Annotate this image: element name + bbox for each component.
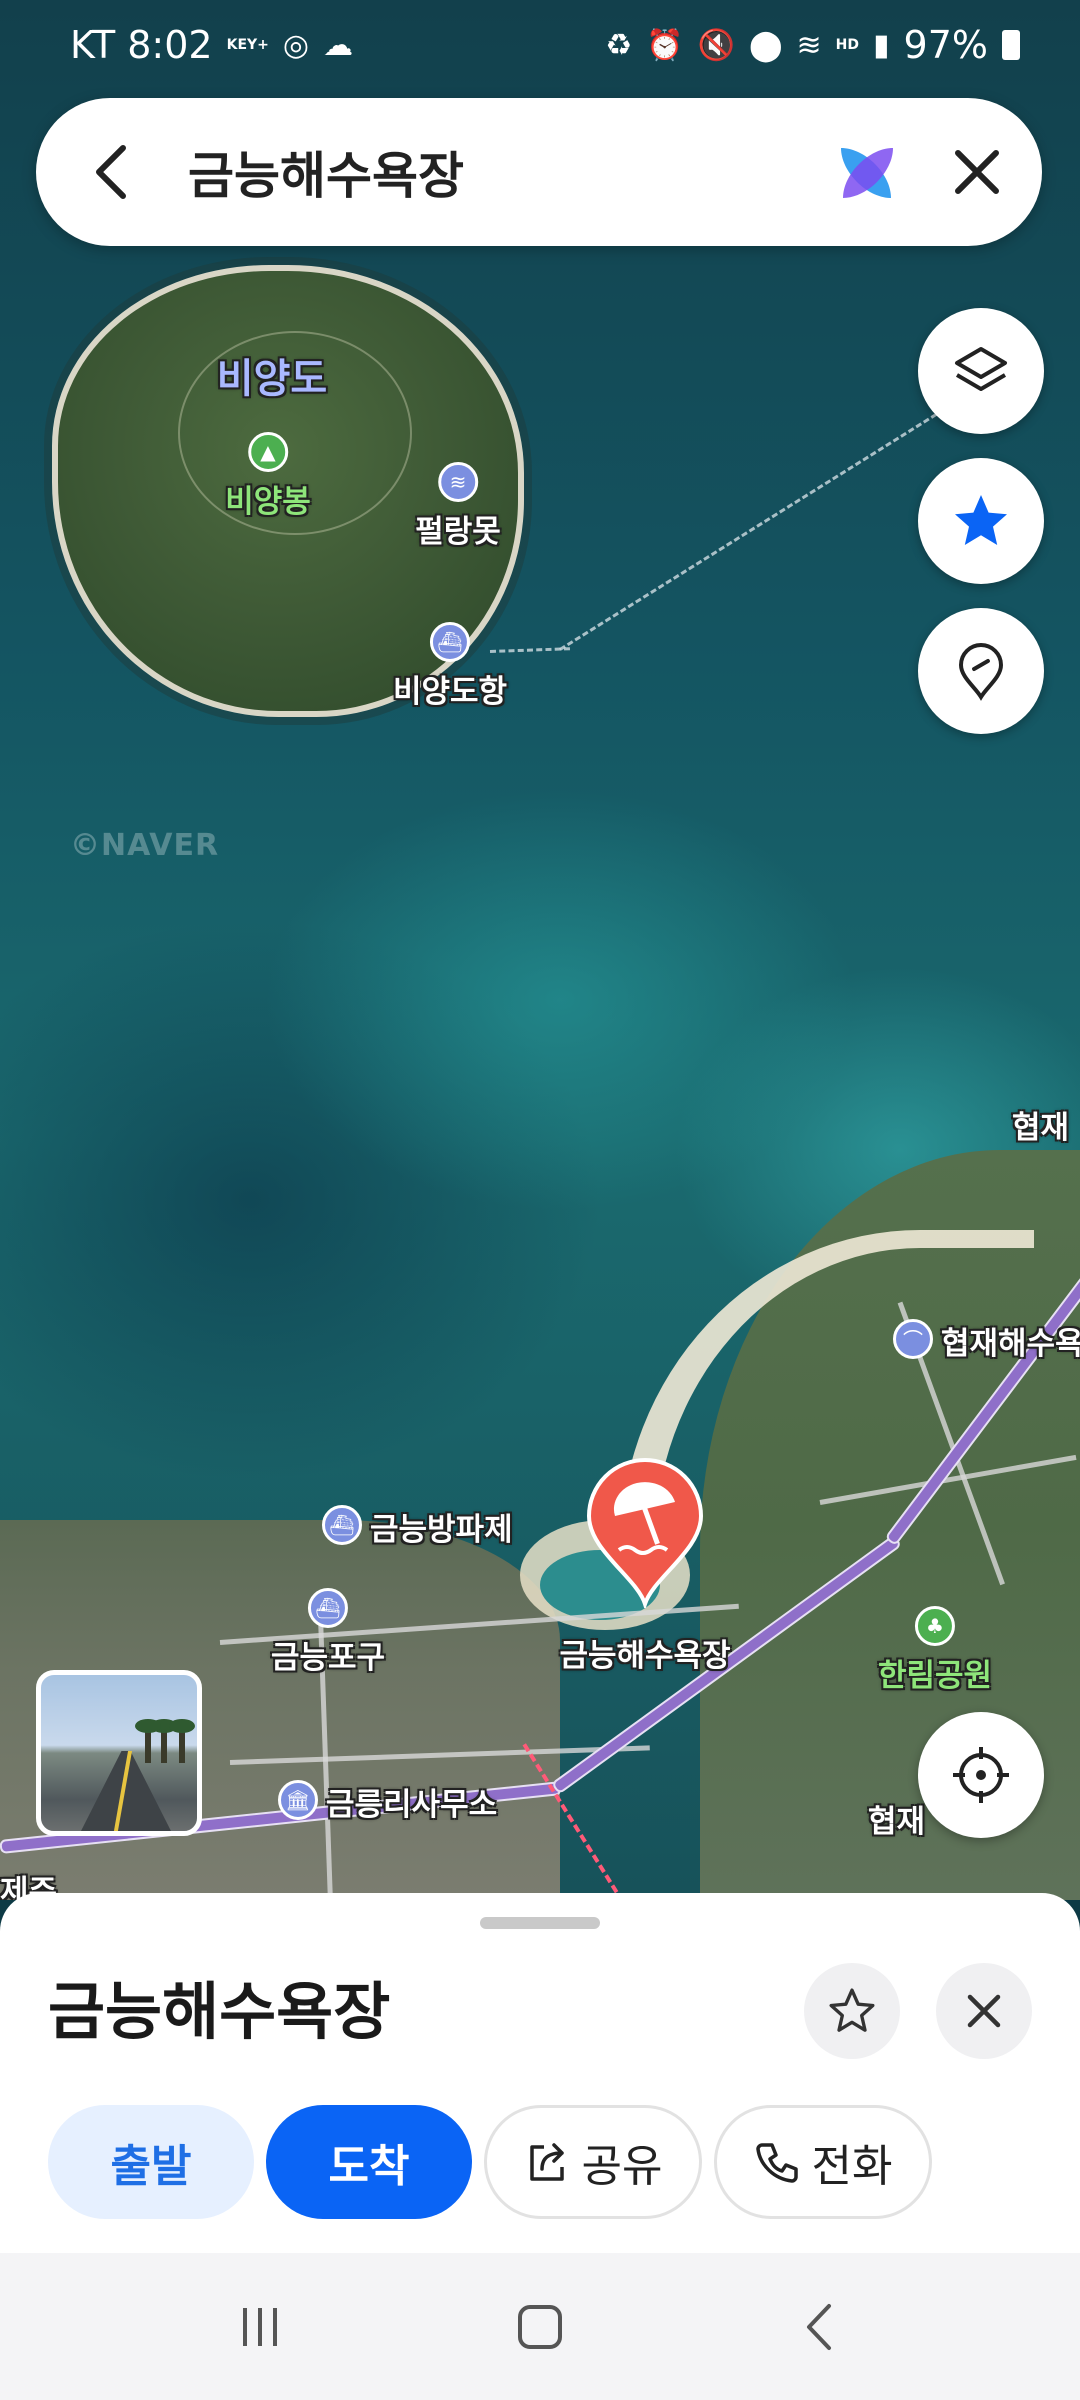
- beach-label[interactable]: 금능해수욕장: [559, 1630, 730, 1675]
- place-title: 금능해수욕장: [48, 1975, 391, 2048]
- building-icon: 🏛: [278, 1779, 318, 1820]
- mute-icon: 🔇: [697, 27, 735, 63]
- tree-icon: ♣: [915, 1606, 955, 1646]
- sheet-drag-handle[interactable]: [480, 1917, 600, 1929]
- call-button[interactable]: 전화: [714, 2105, 932, 2219]
- system-back-button[interactable]: [760, 2277, 880, 2377]
- port-label: 비양도항: [392, 674, 508, 710]
- poi-port-geumneung[interactable]: ⛴ 금능포구: [271, 1588, 385, 1677]
- current-location-icon: [953, 1747, 1009, 1803]
- close-sheet-button[interactable]: [936, 1963, 1032, 2059]
- cloud-icon: ☁: [323, 27, 354, 63]
- close-icon: [967, 1994, 1001, 2028]
- arrive-button[interactable]: 도착: [266, 2105, 472, 2219]
- mountain-icon: ▲: [248, 432, 288, 472]
- search-query[interactable]: 금능해수욕장: [166, 136, 822, 208]
- signal-icon: ▮: [873, 27, 890, 63]
- hyeopjae-beach-label: 협재해수욕: [941, 1326, 1080, 1362]
- favorite-button[interactable]: [804, 1963, 900, 2059]
- naver-watermark: ©NAVER: [70, 828, 220, 863]
- hd-icon: HD: [835, 37, 860, 53]
- place-pin-icon: [958, 643, 1004, 701]
- battery-icon: [1002, 30, 1020, 60]
- poi-port-biyang[interactable]: ⛴ 비양도항: [393, 622, 507, 711]
- port2-label: 금능포구: [270, 1640, 386, 1676]
- peak-label: 비양봉: [225, 484, 311, 520]
- office-label: 금릉리사무소: [326, 1787, 498, 1823]
- park-label: 한림공원: [877, 1658, 993, 1694]
- recent-apps-button[interactable]: [200, 2277, 320, 2377]
- ship-icon: ⛴: [322, 1504, 362, 1545]
- share-button[interactable]: 공유: [484, 2105, 702, 2219]
- system-nav-bar: [0, 2253, 1080, 2400]
- place-bottom-sheet: 금능해수욕장 출발 도착 공유 전화: [0, 1893, 1080, 2253]
- poi-park[interactable]: ♣ 한림공원: [878, 1606, 992, 1695]
- favorite-star-icon: [955, 495, 1007, 545]
- call-label: 전화: [811, 2141, 893, 2192]
- island-label: 비양도: [216, 356, 328, 402]
- place-pin-button[interactable]: [918, 608, 1044, 734]
- home-icon: [518, 2304, 562, 2349]
- poi-office[interactable]: 🏛 금릉리사무소: [278, 1775, 497, 1824]
- recent-apps-icon: [243, 2307, 277, 2346]
- instagram-icon: ◎: [282, 27, 310, 63]
- recycle-icon: ♻: [605, 27, 633, 63]
- map-view[interactable]: ©NAVER 비양도 ▲ 비양봉 ≋ 펄랑못 ⛴ 비양도항 ⛴ 금능방파제 ⛴ …: [0, 0, 1080, 1900]
- back-icon: [807, 2303, 831, 2350]
- share-label: 공유: [581, 2141, 663, 2192]
- poi-hyeopjae-beach[interactable]: ⌒ 협재해수욕: [893, 1314, 1080, 1363]
- wifi-icon: ≋: [796, 27, 822, 63]
- poi-breakwater[interactable]: ⛴ 금능방파제: [322, 1500, 513, 1549]
- home-button[interactable]: [480, 2277, 600, 2377]
- search-bar[interactable]: 금능해수욕장: [36, 98, 1042, 246]
- current-location-button[interactable]: [918, 1712, 1044, 1838]
- layers-icon: [955, 347, 1007, 391]
- poi-peak[interactable]: ▲ 비양봉: [225, 432, 311, 521]
- star-outline-icon: [829, 1988, 875, 2032]
- street-view-thumbnail[interactable]: [36, 1670, 202, 1836]
- selected-place-pin[interactable]: [585, 1458, 705, 1611]
- hyeopjae-partial-label[interactable]: 협재: [868, 1796, 925, 1841]
- breakwater-label: 금능방파제: [370, 1512, 513, 1548]
- layers-button[interactable]: [918, 308, 1044, 434]
- status-bar: KT 8:02 KEY+ ◎ ☁ ♻ ⏰ 🔇 ⬤ ≋ HD ▮ 97%: [0, 0, 1080, 90]
- battery-percent: 97%: [903, 23, 988, 67]
- start-button[interactable]: 출발: [48, 2105, 254, 2219]
- alarm-icon: ⏰: [646, 27, 684, 63]
- ship-icon: ⛴: [308, 1588, 348, 1628]
- carrier-time: KT 8:02: [70, 23, 213, 67]
- beach-icon: ⌒: [893, 1318, 933, 1359]
- location-icon: ⬤: [748, 27, 783, 63]
- spot-label: 펄랑못: [415, 514, 501, 550]
- close-icon[interactable]: [912, 147, 1042, 197]
- scenic-icon: ≋: [438, 462, 478, 502]
- phone-icon: [755, 2143, 798, 2183]
- ai-logo-icon[interactable]: [822, 140, 912, 204]
- poi-spot[interactable]: ≋ 펄랑못: [415, 462, 501, 551]
- hyeopjae-label[interactable]: 협재: [1012, 1102, 1069, 1147]
- back-arrow-icon[interactable]: [56, 142, 166, 202]
- favorites-button[interactable]: [918, 458, 1044, 584]
- key-badge: KEY+: [226, 37, 269, 53]
- ship-icon: ⛴: [430, 622, 470, 662]
- share-icon: [529, 2143, 564, 2181]
- poi-island[interactable]: 비양도: [217, 342, 327, 404]
